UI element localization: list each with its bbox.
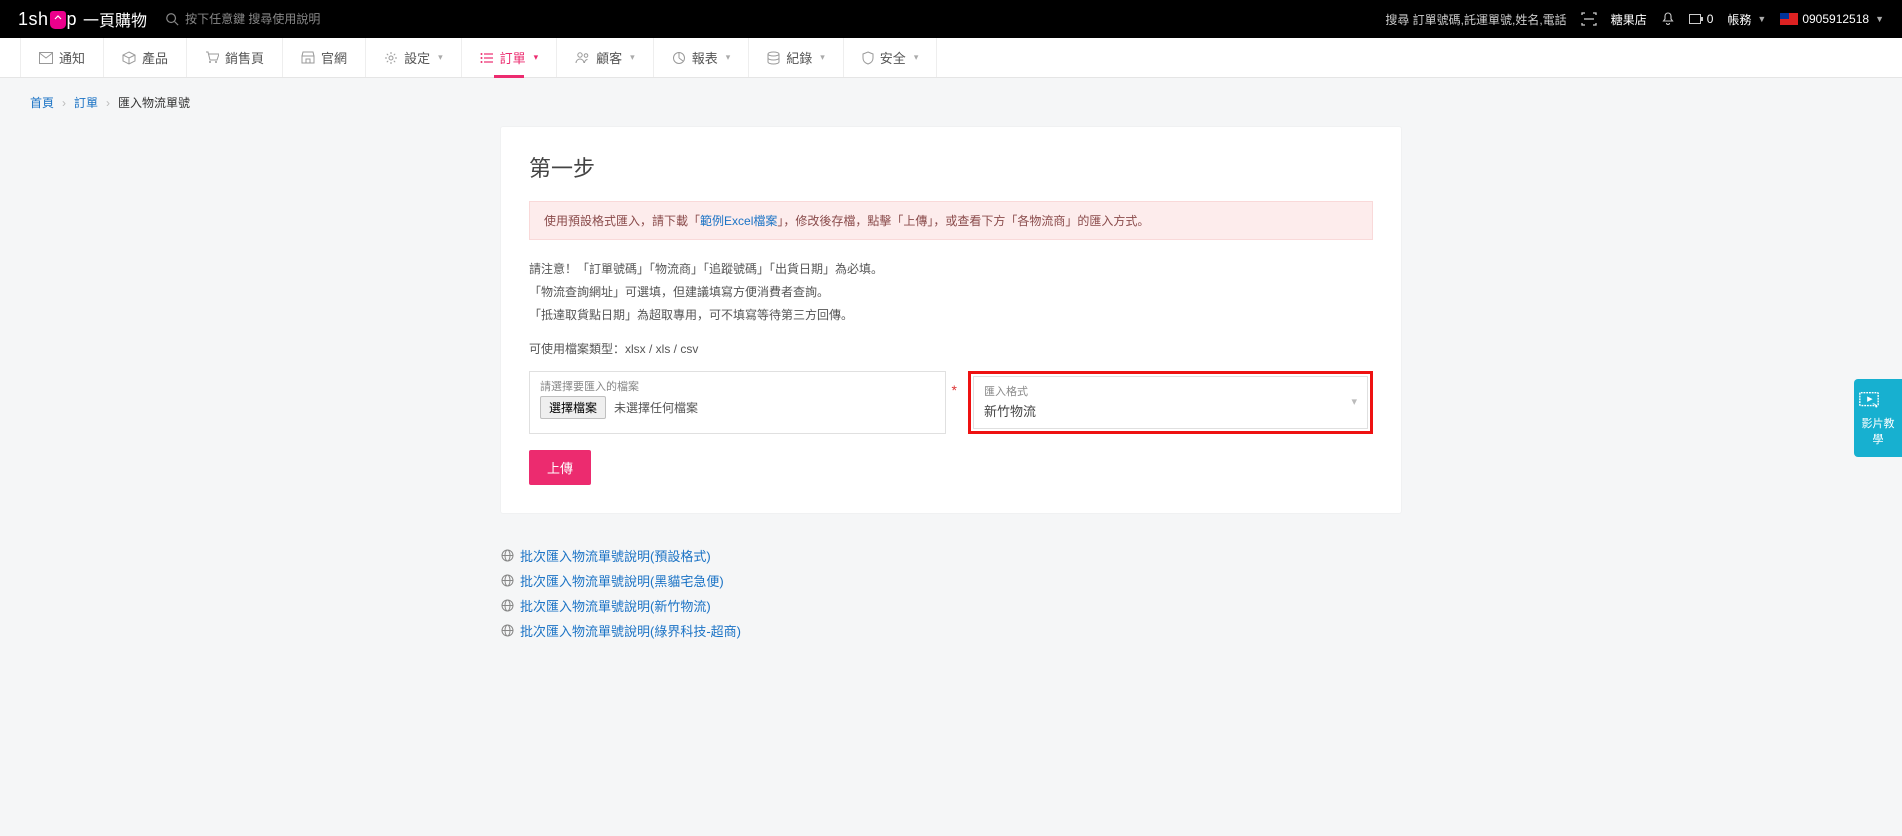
logo-text-post: p <box>67 9 78 30</box>
nav-products[interactable]: 產品 <box>104 38 187 77</box>
breadcrumb-current: 匯入物流單號 <box>118 94 190 111</box>
help-link-row: 批次匯入物流單號說明(預設格式) <box>501 543 1401 568</box>
required-mark: * <box>952 382 957 398</box>
gear-icon <box>384 51 398 65</box>
list-icon <box>480 52 494 64</box>
form-row: 請選擇要匯入的檔案 選擇檔案 未選擇任何檔案 * 匯入格式 新竹物流 ▾ <box>529 371 1373 434</box>
video-tutorial-button[interactable]: 影片教學 <box>1854 379 1902 457</box>
phone-display[interactable]: 0905912518 ▼ <box>1780 12 1884 26</box>
chevron-down-icon: ▾ <box>630 52 635 63</box>
nav-orders[interactable]: 訂單 ▾ <box>462 38 558 77</box>
account-menu[interactable]: 帳務 ▼ <box>1727 11 1766 28</box>
logo-text-pre: 1sh <box>18 9 49 30</box>
info-alert: 使用預設格式匯入，請下載「範例Excel檔案」，修改後存檔，點擊「上傳」，或查看… <box>529 201 1373 240</box>
logo[interactable]: 1sh p 一頁購物 <box>18 7 147 31</box>
badge-count: 0 <box>1707 12 1714 26</box>
help-link-row: 批次匯入物流單號說明(新竹物流) <box>501 593 1401 618</box>
format-label: 匯入格式 <box>984 383 1036 399</box>
chevron-down-icon: ▾ <box>726 52 731 63</box>
step-title: 第一步 <box>529 151 1373 183</box>
chevron-down-icon: ▾ <box>820 52 825 63</box>
users-icon <box>575 52 590 64</box>
nav-notify[interactable]: 通知 <box>20 38 104 77</box>
shop-name[interactable]: 糖果店 <box>1611 11 1647 28</box>
cart-icon <box>205 51 219 64</box>
nav-sales-page[interactable]: 銷售頁 <box>187 38 283 77</box>
shield-icon <box>862 51 874 65</box>
format-value: 新竹物流 <box>984 401 1036 420</box>
search-hint-text: 搜尋 訂單號碼,託運單號,姓名,電話 <box>1385 11 1566 28</box>
chevron-right-icon: › <box>106 96 110 110</box>
globe-icon <box>501 549 514 562</box>
bell-icon[interactable] <box>1661 12 1675 26</box>
nav-bar: 通知 產品 銷售頁 官網 設定 ▾ 訂單 ▾ 顧客 ▾ 報表 ▾ 紀錄 ▾ 安全 <box>0 38 1902 78</box>
breadcrumb: 首頁 › 訂單 › 匯入物流單號 <box>0 78 1902 127</box>
nav-settings[interactable]: 設定 ▾ <box>366 38 462 77</box>
step-card: 第一步 使用預設格式匯入，請下載「範例Excel檔案」，修改後存檔，點擊「上傳」… <box>501 127 1401 513</box>
chevron-right-icon: › <box>62 96 66 110</box>
format-field-highlight: 匯入格式 新竹物流 ▾ <box>968 371 1373 434</box>
chevron-down-icon: ▾ <box>914 52 919 63</box>
help-link[interactable]: 批次匯入物流單號說明(綠界科技-超商) <box>520 621 741 640</box>
help-link-row: 批次匯入物流單號說明(綠界科技-超商) <box>501 618 1401 643</box>
nav-security[interactable]: 安全 ▾ <box>844 38 938 77</box>
help-link[interactable]: 批次匯入物流單號說明(預設格式) <box>520 546 711 565</box>
help-search[interactable] <box>165 12 365 26</box>
globe-icon <box>501 624 514 637</box>
upload-button[interactable]: 上傳 <box>529 450 591 485</box>
chevron-down-icon: ▼ <box>1875 14 1884 24</box>
chevron-down-icon: ▾ <box>534 52 539 63</box>
chevron-down-icon: ▾ <box>1351 395 1357 408</box>
store-icon <box>301 51 315 64</box>
sample-excel-link[interactable]: 範例Excel檔案 <box>700 214 777 228</box>
play-icon <box>1858 389 1880 411</box>
breadcrumb-home[interactable]: 首頁 <box>30 94 54 111</box>
help-search-input[interactable] <box>185 12 365 26</box>
logo-cn: 一頁購物 <box>83 7 147 31</box>
search-icon <box>165 12 179 26</box>
chevron-down-icon: ▾ <box>438 52 443 63</box>
battery-icon <box>1689 14 1703 24</box>
chart-icon <box>672 51 686 65</box>
header-right: 搜尋 訂單號碼,託運單號,姓名,電話 糖果店 0 帳務 ▼ 0905912518… <box>1385 11 1884 28</box>
file-field-label: 請選擇要匯入的檔案 <box>540 378 935 394</box>
format-select[interactable]: 匯入格式 新竹物流 ▾ <box>973 376 1368 429</box>
nav-customers[interactable]: 顧客 ▾ <box>557 38 654 77</box>
breadcrumb-orders[interactable]: 訂單 <box>74 94 98 111</box>
nav-official-site[interactable]: 官網 <box>283 38 366 77</box>
file-status-text: 未選擇任何檔案 <box>614 399 698 416</box>
help-link[interactable]: 批次匯入物流單號說明(黑貓宅急便) <box>520 571 724 590</box>
globe-icon <box>501 574 514 587</box>
globe-icon <box>501 599 514 612</box>
chevron-down-icon: ▼ <box>1757 14 1766 24</box>
flag-icon <box>1780 13 1798 25</box>
note-text: 請注意！「訂單號碼」「物流商」「追蹤號碼」「出貨日期」為必填。 「物流查詢網址」… <box>529 258 1373 326</box>
help-link-row: 批次匯入物流單號說明(黑貓宅急便) <box>501 568 1401 593</box>
mail-icon <box>39 52 53 64</box>
help-link[interactable]: 批次匯入物流單號說明(新竹物流) <box>520 596 711 615</box>
scan-icon[interactable] <box>1581 12 1597 26</box>
box-icon <box>122 51 136 65</box>
nav-reports[interactable]: 報表 ▾ <box>654 38 750 77</box>
choose-file-button[interactable]: 選擇檔案 <box>540 396 606 419</box>
database-icon <box>767 51 780 65</box>
nav-records[interactable]: 紀錄 ▾ <box>749 38 844 77</box>
battery-badge[interactable]: 0 <box>1689 12 1714 26</box>
filetype-text: 可使用檔案類型：xlsx / xls / csv <box>529 340 1373 357</box>
top-header: 1sh p 一頁購物 搜尋 訂單號碼,託運單號,姓名,電話 糖果店 0 帳務 ▼ <box>0 0 1902 38</box>
file-field: 請選擇要匯入的檔案 選擇檔案 未選擇任何檔案 * <box>529 371 946 434</box>
help-links: 批次匯入物流單號說明(預設格式) 批次匯入物流單號說明(黑貓宅急便) 批次匯入物… <box>501 543 1401 683</box>
bag-icon <box>50 11 66 29</box>
